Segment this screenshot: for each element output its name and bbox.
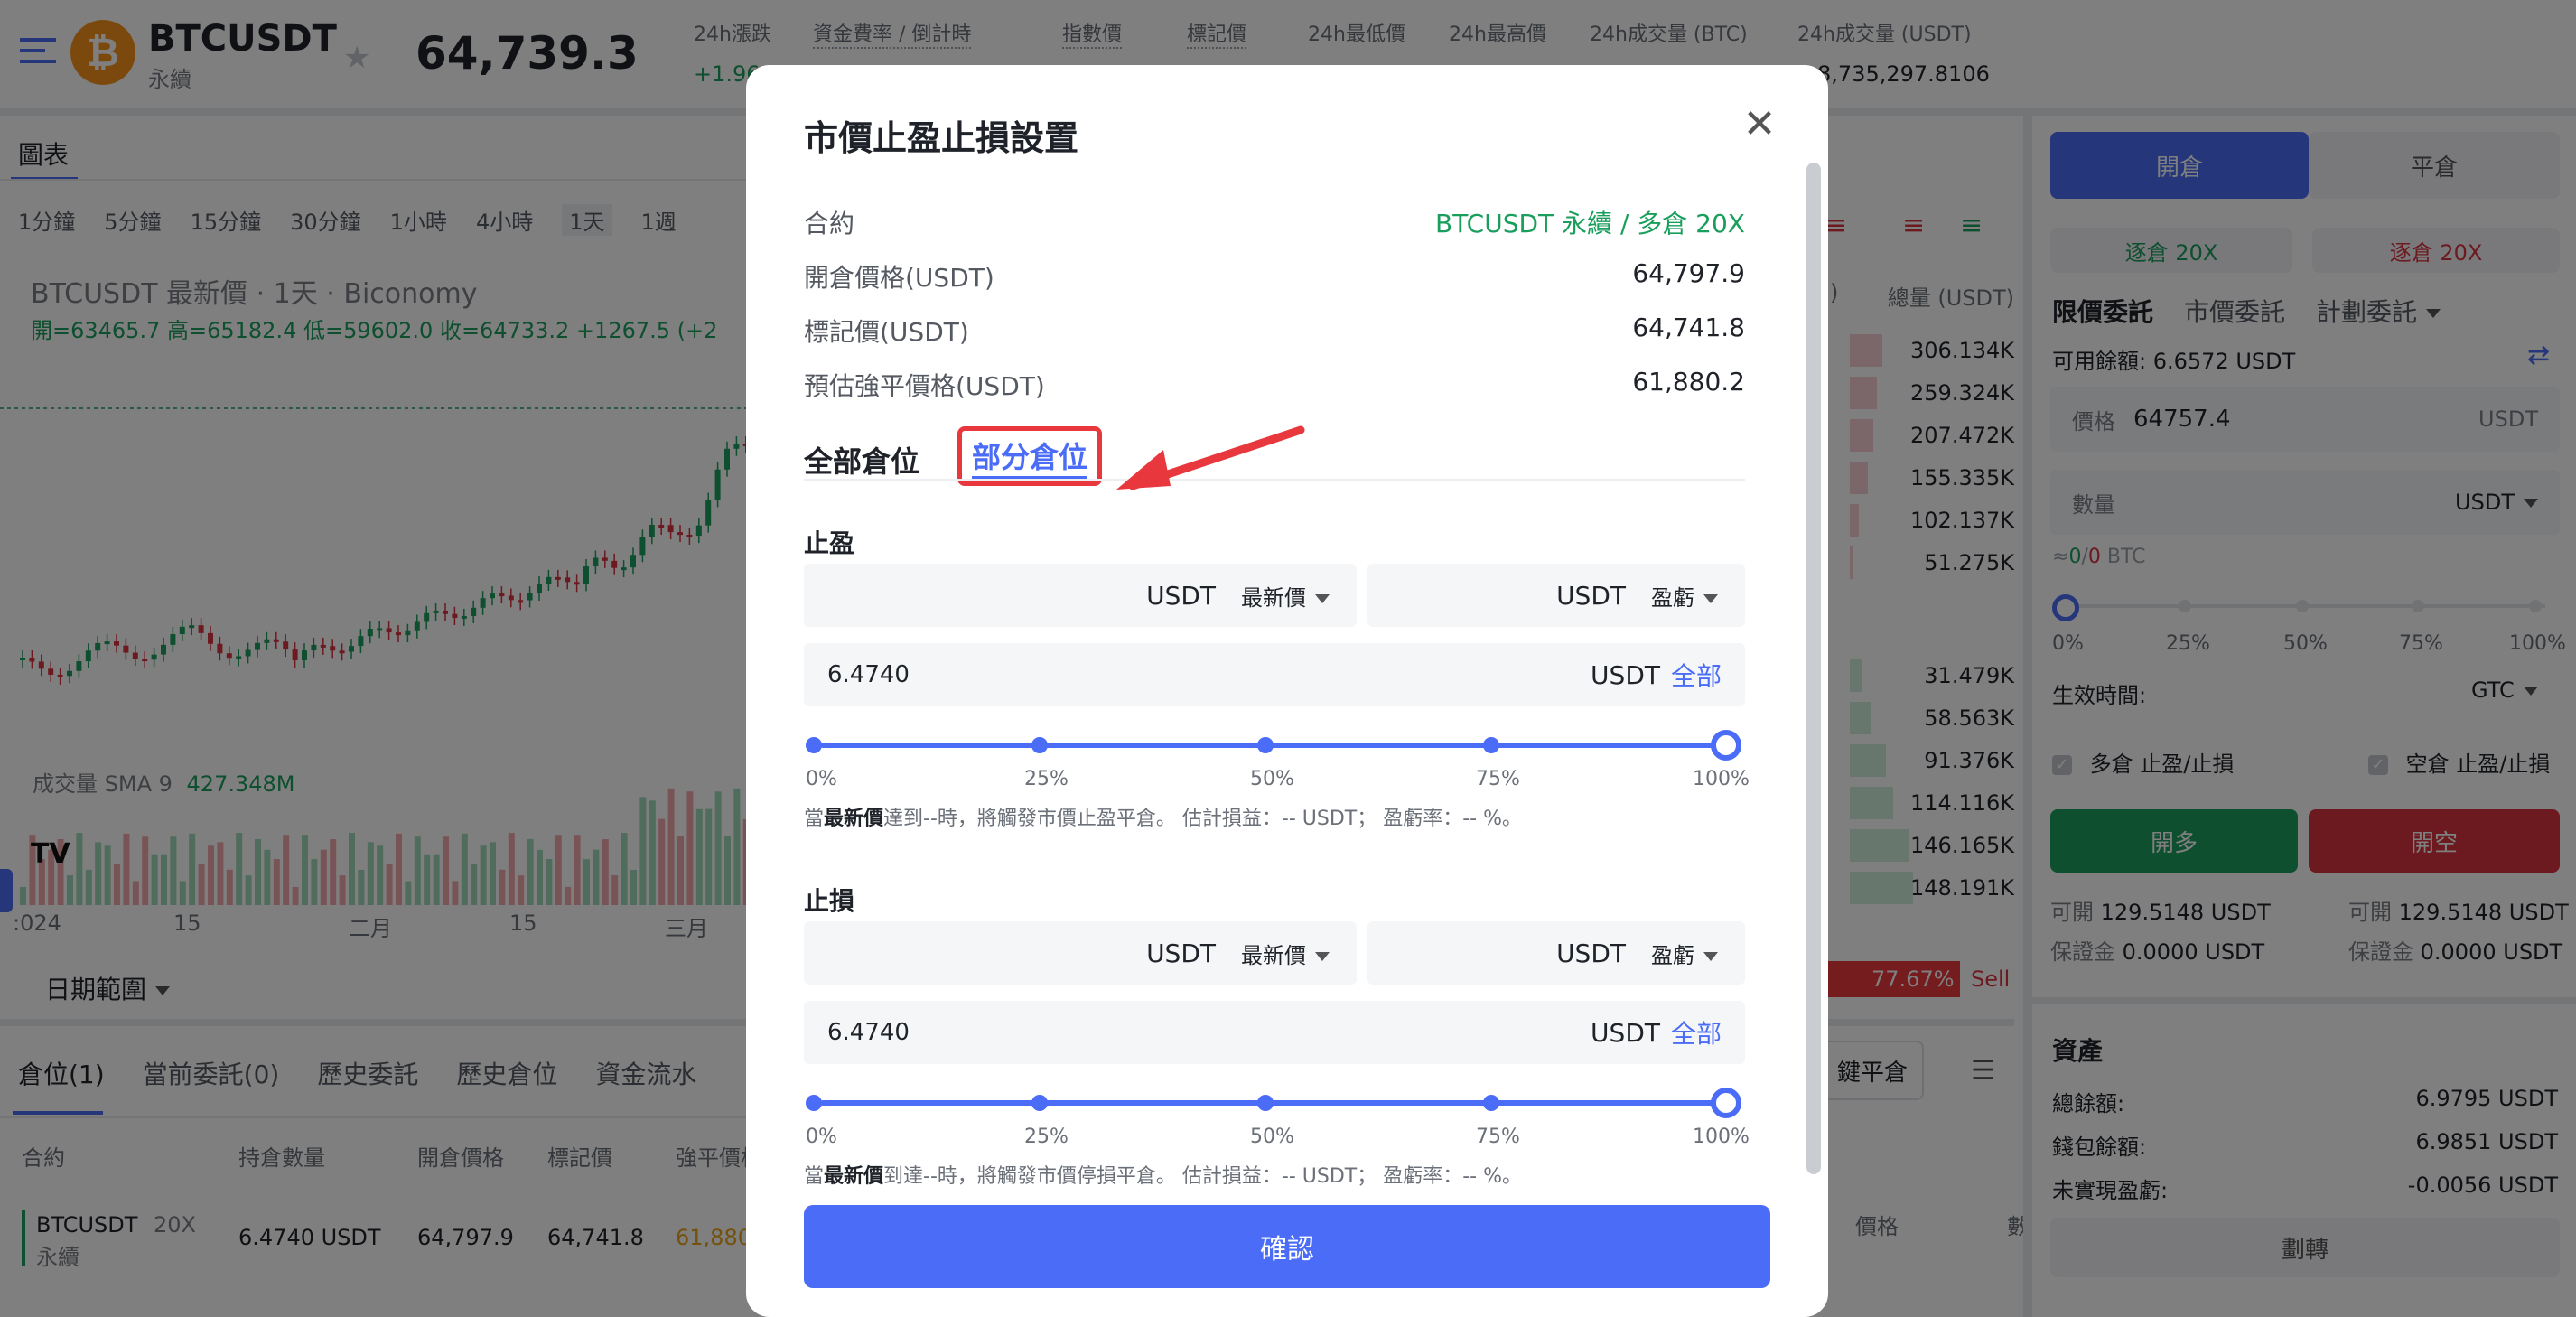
tp-trigger-type-select[interactable]: 最新價 bbox=[1241, 580, 1330, 612]
sl-title: 止損 bbox=[804, 886, 855, 916]
scrollbar[interactable] bbox=[1806, 163, 1821, 1174]
sl-amount-input[interactable]: 6.4740 USDT 全部 bbox=[804, 1001, 1745, 1064]
sl-amount-value: 6.4740 bbox=[827, 1019, 910, 1046]
sl-slider-handle[interactable] bbox=[1711, 1088, 1741, 1118]
tp-amount-value: 6.4740 bbox=[827, 661, 910, 688]
tp-note: 當最新價達到--時，將觸發市價止盈平倉。 估計損益：-- USDT； 盈虧率：-… bbox=[804, 808, 1522, 830]
info-row: 標記價(USDT) 64,741.8 bbox=[804, 313, 1745, 347]
tp-pnl-type-select[interactable]: 盈虧 bbox=[1651, 580, 1718, 612]
slider-label: 100% bbox=[1693, 1126, 1750, 1148]
tp-trigger-price-input[interactable]: USDT 最新價 bbox=[804, 564, 1357, 627]
close-icon[interactable]: ✕ bbox=[1740, 105, 1779, 145]
tp-title: 止盈 bbox=[804, 528, 855, 558]
slider-label: 0% bbox=[806, 768, 837, 790]
slider-label: 0% bbox=[806, 1126, 837, 1148]
slider-label: 50% bbox=[1250, 1126, 1294, 1148]
sl-trigger-type-select[interactable]: 最新價 bbox=[1241, 938, 1330, 969]
sl-all-button[interactable]: 全部 bbox=[1671, 1014, 1722, 1051]
annotation-arrow-icon bbox=[1116, 425, 1305, 490]
sl-trigger-price-input[interactable]: USDT 最新價 bbox=[804, 921, 1357, 985]
modal-title: 市價止盈止損設置 bbox=[804, 118, 1079, 158]
tp-pnl-input[interactable]: USDT 盈虧 bbox=[1367, 564, 1745, 627]
slider-label: 25% bbox=[1024, 768, 1069, 790]
sl-pnl-type-select[interactable]: 盈虧 bbox=[1651, 938, 1718, 969]
tp-slider[interactable]: 0% 25% 50% 75% 100% bbox=[804, 724, 1750, 790]
tab-all-position[interactable]: 全部倉位 bbox=[804, 439, 919, 481]
tp-slider-handle[interactable] bbox=[1711, 730, 1741, 761]
slider-label: 75% bbox=[1476, 1126, 1520, 1148]
slider-label: 75% bbox=[1476, 768, 1520, 790]
sl-slider[interactable]: 0% 25% 50% 75% 100% bbox=[804, 1082, 1750, 1148]
confirm-button[interactable]: 確認 bbox=[804, 1205, 1770, 1288]
slider-label: 50% bbox=[1250, 768, 1294, 790]
info-row: 合約 BTCUSDT 永續 / 多倉 20X bbox=[804, 209, 1745, 238]
sl-pnl-input[interactable]: USDT 盈虧 bbox=[1367, 921, 1745, 985]
info-row: 開倉價格(USDT) 64,797.9 bbox=[804, 258, 1745, 293]
slider-label: 25% bbox=[1024, 1126, 1069, 1148]
tpsl-modal: 市價止盈止損設置 ✕ 合約 BTCUSDT 永續 / 多倉 20X 開倉價格(US… bbox=[746, 65, 1828, 1317]
tp-amount-input[interactable]: 6.4740 USDT 全部 bbox=[804, 643, 1745, 706]
slider-label: 100% bbox=[1693, 768, 1750, 790]
sl-note: 當最新價到達--時，將觸發市價停損平倉。 估計損益：-- USDT； 盈虧率：-… bbox=[804, 1165, 1522, 1188]
tab-partial-label: 部分倉位 bbox=[971, 434, 1087, 479]
tab-partial-position[interactable]: 部分倉位 bbox=[957, 426, 1102, 486]
tp-all-button[interactable]: 全部 bbox=[1671, 657, 1722, 693]
